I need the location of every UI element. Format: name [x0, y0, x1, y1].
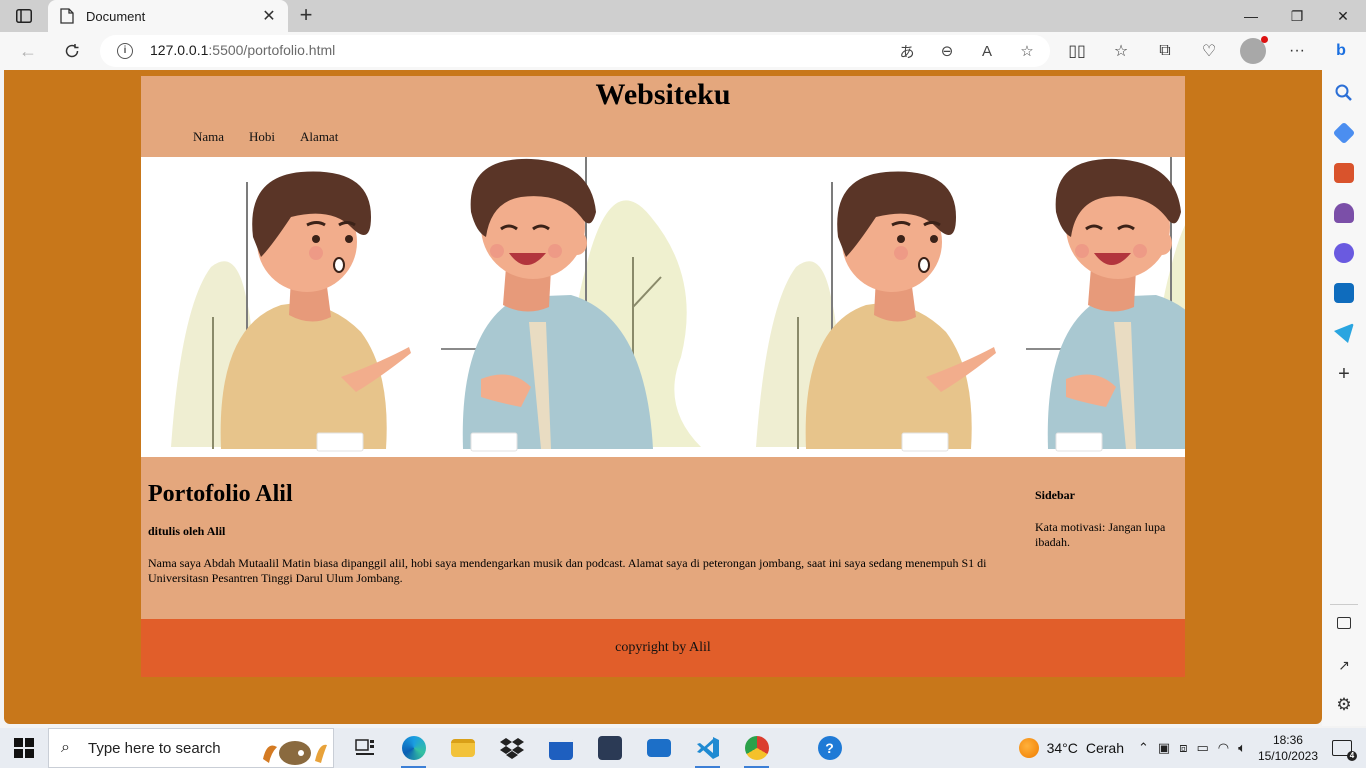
favorites-icon[interactable]: ☆	[1108, 38, 1134, 64]
search-icon[interactable]	[1334, 83, 1354, 103]
battery-icon[interactable]: ▭	[1196, 740, 1208, 756]
page-container: Websiteku Nama Hobi Alamat Portofolio Al…	[141, 76, 1185, 677]
hero-banner-image	[141, 157, 1185, 457]
copilot-icon[interactable]: b	[1328, 38, 1354, 64]
windows-start-icon[interactable]	[14, 738, 34, 758]
taskbar-dropbox-icon[interactable]	[487, 728, 536, 768]
hide-sidebar-icon[interactable]	[1337, 617, 1351, 629]
send-icon[interactable]	[1334, 323, 1354, 343]
content-section: Portofolio Alil ditulis oleh Alil Nama s…	[141, 457, 1185, 619]
footer-copyright: copyright by Alil	[615, 640, 711, 655]
sidebar-text: Kata motivasi: Jangan lupa ibadah.	[1035, 520, 1166, 549]
refresh-button[interactable]	[58, 38, 86, 64]
wifi-icon[interactable]: ◠	[1218, 740, 1229, 756]
taskbar-help-icon[interactable]: ?	[805, 728, 854, 768]
address-toolbar: ← i 127.0.0.1:5500/portofolio.html あ ⊖ A…	[0, 32, 1366, 70]
article-heading: Portofolio Alil	[148, 481, 293, 507]
collections-icon[interactable]: ⧉	[1152, 38, 1178, 64]
microsoft-365-icon[interactable]	[1334, 243, 1354, 263]
browser-tab-strip: Document ✕ + — ❐ ✕	[0, 0, 1366, 32]
nav-link-hobi[interactable]: Hobi	[249, 129, 275, 145]
favorite-star-icon[interactable]: ☆	[1016, 40, 1038, 62]
notification-center-icon[interactable]: 4	[1332, 740, 1357, 761]
split-screen-icon[interactable]: ▯▯	[1064, 38, 1090, 64]
taskbar-app-icon[interactable]	[585, 728, 634, 768]
url-text[interactable]: 127.0.0.1:5500/portofolio.html	[150, 42, 335, 58]
tools-briefcase-icon[interactable]	[1334, 163, 1354, 183]
url-bar[interactable]: i 127.0.0.1:5500/portofolio.html あ ⊖ A ☆	[100, 35, 1050, 67]
site-info-icon[interactable]: i	[117, 43, 133, 59]
taskbar-mail-icon[interactable]	[634, 728, 683, 768]
tab-title: Document	[86, 8, 146, 24]
sidebar: Sidebar Kata motivasi: Jangan lupa ibada…	[1035, 488, 1177, 550]
taskbar-file-explorer-icon[interactable]	[438, 728, 487, 768]
tray-app-icon[interactable]: ▣	[1158, 740, 1170, 756]
outlook-icon[interactable]	[1334, 283, 1354, 303]
taskbar-edge-icon[interactable]	[389, 728, 438, 768]
new-tab-button[interactable]: +	[296, 4, 316, 27]
clock-time: 18:36	[1272, 733, 1303, 747]
search-highlight-icon	[263, 741, 327, 765]
document-icon	[60, 8, 74, 24]
task-view-icon[interactable]	[340, 728, 389, 768]
site-footer: copyright by Alil	[141, 619, 1185, 677]
site-nav: Nama Hobi Alamat	[193, 129, 338, 145]
tray-meet-icon[interactable]: ⧈	[1179, 740, 1187, 756]
sidebar-title: Sidebar	[1035, 488, 1076, 502]
main-article: Portofolio Alil ditulis oleh Alil Nama s…	[148, 481, 1008, 586]
volume-icon[interactable]: 🔈︎	[1238, 740, 1246, 756]
add-icon[interactable]: +	[1334, 364, 1354, 385]
site-title: Websiteku	[595, 78, 731, 111]
system-tray: 34°C Cerah ⌃ ▣ ⧈ ▭ ◠ 🔈︎ 18:36 15/10/2023…	[1018, 728, 1366, 768]
shopping-tag-icon[interactable]	[1332, 121, 1356, 145]
close-window-button[interactable]: ✕	[1320, 0, 1366, 32]
read-aloud-icon[interactable]: A	[976, 40, 998, 62]
browser-essentials-icon[interactable]: ♡	[1196, 38, 1222, 64]
browser-tab[interactable]: Document ✕	[48, 0, 288, 32]
browser-sidebar: + ↗ ⚙	[1322, 70, 1366, 726]
translate-icon[interactable]: あ	[896, 40, 918, 62]
back-button[interactable]: ←	[14, 38, 42, 64]
article-author: ditulis oleh Alil	[148, 524, 226, 538]
taskbar-search[interactable]: ⌕ Type here to search	[48, 728, 334, 768]
windows-taskbar: ⌕ Type here to search ? 34°C Cerah ⌃ ▣ ⧈…	[0, 728, 1366, 768]
tab-close-icon[interactable]: ✕	[260, 6, 278, 26]
settings-gear-icon[interactable]: ⚙	[1334, 695, 1354, 715]
zoom-out-icon[interactable]: ⊖	[936, 40, 958, 62]
minimize-button[interactable]: —	[1228, 0, 1274, 32]
web-page-viewport: Websiteku Nama Hobi Alamat Portofolio Al…	[4, 70, 1322, 724]
restore-button[interactable]: ❐	[1274, 0, 1320, 32]
sunny-weather-icon	[1018, 738, 1039, 758]
site-header: Websiteku Nama Hobi Alamat	[141, 76, 1185, 157]
games-icon[interactable]	[1334, 203, 1354, 223]
taskbar-store-icon[interactable]	[536, 728, 585, 768]
weather-condition: Cerah	[1085, 740, 1124, 756]
taskbar-clock[interactable]: 18:36 15/10/2023	[1258, 732, 1318, 764]
tab-actions-icon[interactable]	[12, 6, 36, 26]
weather-temperature: 34°C	[1046, 740, 1078, 756]
profile-avatar[interactable]	[1240, 36, 1268, 64]
nav-link-nama[interactable]: Nama	[193, 129, 224, 145]
nav-link-alamat[interactable]: Alamat	[300, 129, 338, 145]
article-body: Nama saya Abdah Mutaalil Matin biasa dip…	[148, 556, 987, 585]
weather-widget[interactable]: 34°C Cerah	[1018, 738, 1124, 758]
search-magnifier-icon: ⌕	[61, 739, 70, 756]
clock-date: 15/10/2023	[1257, 749, 1318, 763]
more-menu-icon[interactable]: ···	[1284, 38, 1310, 64]
taskbar-vscode-icon[interactable]	[683, 728, 732, 768]
external-link-icon[interactable]: ↗	[1334, 657, 1354, 677]
tray-overflow-chevron-icon[interactable]: ⌃	[1138, 740, 1149, 756]
notification-count: 4	[1347, 751, 1357, 761]
search-placeholder: Type here to search	[88, 740, 221, 757]
taskbar-chrome-icon[interactable]	[732, 728, 781, 768]
